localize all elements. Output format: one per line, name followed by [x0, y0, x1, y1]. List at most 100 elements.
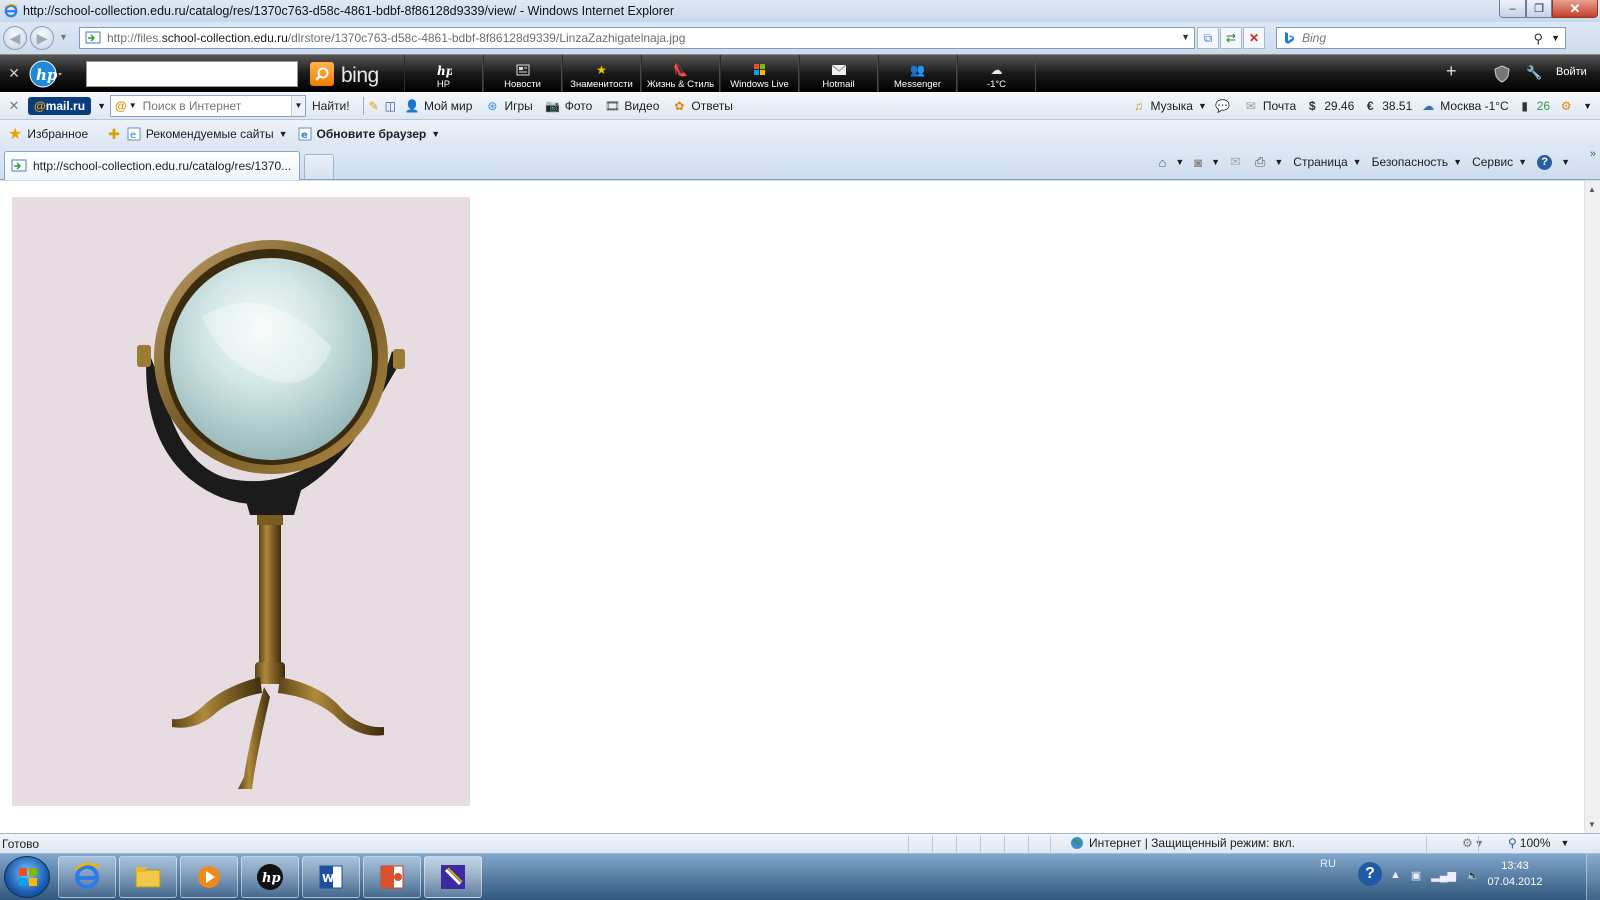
maximize-button[interactable]: ❐ [1526, 0, 1552, 18]
vertical-scrollbar[interactable]: ▲ ▼ [1584, 181, 1600, 833]
tab-active[interactable]: http://school-collection.edu.ru/catalog/… [4, 151, 300, 180]
hp-toolbar-item-windows[interactable]: Windows Live [720, 55, 799, 93]
taskbar-explorer[interactable] [119, 856, 177, 898]
music-menu[interactable]: ♫ Музыка ▼ [1131, 98, 1207, 114]
mailru-search-history-icon[interactable]: ▼ [290, 95, 305, 116]
stop-button[interactable]: ✕ [1243, 27, 1265, 49]
forward-button[interactable]: ▶ [30, 26, 54, 50]
favorites-star-icon[interactable]: ★ [8, 124, 22, 144]
back-button[interactable]: ◀ [3, 26, 27, 50]
shield-icon[interactable] [1494, 65, 1510, 83]
taskbar-powerpoint[interactable] [363, 856, 421, 898]
engine-dropdown-icon[interactable]: ▼ [129, 101, 137, 110]
hp-toolbar-item-star[interactable]: ★ Знаменитости [562, 55, 641, 93]
zoom-level[interactable]: ⚲ 100% ▼ [1508, 836, 1569, 850]
hp-toolbar-item-shoe[interactable]: 👠 Жизнь & Стиль [641, 55, 720, 93]
eur-rate[interactable]: €38.51 [1362, 98, 1412, 114]
print-button[interactable]: ⎙ ▼ [1255, 154, 1283, 170]
page-menu[interactable]: Страница ▼ [1293, 155, 1361, 169]
usd-rate[interactable]: $29.46 [1304, 98, 1354, 114]
video-icon: 🎞 [604, 98, 620, 113]
safety-menu[interactable]: Безопасность ▼ [1372, 155, 1462, 169]
wrench-icon[interactable]: 🔧 [1526, 65, 1542, 81]
hp-logo-icon[interactable]: hp [28, 59, 64, 89]
volume-icon[interactable]: 🔈 [1466, 869, 1480, 882]
mailru-options[interactable]: ⚙ ▼ [1558, 98, 1592, 114]
hp-toolbar-item-mail[interactable]: Hotmail [799, 55, 878, 93]
highlight-icon[interactable]: ✎ [369, 99, 379, 113]
taskbar-hp[interactable]: hp [241, 856, 299, 898]
mailru-link-video[interactable]: 🎞 Видео [604, 98, 660, 114]
refresh-button[interactable]: ⇄ [1220, 27, 1242, 49]
close-window-button[interactable]: ✕ [1552, 0, 1598, 18]
powerpoint-icon [380, 865, 404, 889]
device-icon[interactable]: ▣ [1411, 869, 1421, 882]
hp-toolbar-item-cloud[interactable]: ☁ -1°C [957, 55, 1036, 93]
screenshot-icon[interactable]: ◫ [385, 99, 396, 113]
mail-link[interactable]: ✉ Почта [1243, 98, 1296, 114]
taskbar-media-player[interactable] [180, 856, 238, 898]
hp-toolbar-item-hp[interactable]: hpHP [404, 55, 483, 93]
mailru-toolbar-close-icon[interactable]: ✕ [0, 98, 28, 114]
weather-widget[interactable]: ☁ Москва -1°C [1420, 98, 1508, 114]
show-hidden-icons-icon[interactable]: ▲ [1390, 869, 1401, 882]
hp-search-input[interactable] [86, 60, 298, 87]
mailru-link-people[interactable]: 👤 Мой мир [404, 98, 472, 114]
ie-page-icon: e [298, 127, 312, 141]
search-input[interactable] [1302, 31, 1532, 45]
at-icon: @ [114, 98, 127, 113]
help-menu[interactable]: ? ▼ [1537, 154, 1570, 170]
address-url[interactable]: http://files.school-collection.edu.ru/dl… [107, 31, 685, 45]
traffic-light-icon: ▮ [1521, 99, 1529, 113]
mailru-find-button[interactable]: Найти! [312, 99, 350, 113]
history-dropdown[interactable]: ▼ [59, 32, 68, 42]
mailru-logo[interactable]: @mail.ru [28, 96, 92, 115]
mailru-link-camera[interactable]: 📷 Фото [545, 98, 592, 114]
scroll-down-icon[interactable]: ▼ [1588, 820, 1596, 829]
mailru-link-answers[interactable]: ✿ Ответы [671, 98, 733, 114]
more-commands-chevron-icon[interactable]: » [1590, 148, 1596, 160]
search-dropdown-icon[interactable]: ▼ [1551, 33, 1560, 43]
suggested-sites-link[interactable]: e Рекомендуемые сайты ▼ [127, 127, 288, 141]
mailru-link-games[interactable]: ⊛ Игры [484, 98, 532, 114]
hp-toolbar-item-news[interactable]: Новости [483, 55, 562, 93]
chat-button[interactable]: 💬 [1215, 98, 1235, 114]
taskbar-word[interactable]: W [302, 856, 360, 898]
compatibility-view-button[interactable]: ⧉ [1197, 27, 1219, 49]
mailru-search-field[interactable]: @▼ ▼ [109, 94, 306, 117]
hp-login-button[interactable]: Войти [1556, 66, 1587, 78]
hp-toolbar-item-messenger[interactable]: 👥 Messenger [878, 55, 957, 93]
mailru-menu-dropdown-icon[interactable]: ▼ [97, 101, 106, 111]
scroll-up-icon[interactable]: ▲ [1588, 185, 1596, 194]
address-bar[interactable]: http://files.school-collection.edu.ru/dl… [79, 27, 1195, 49]
add-favorite-icon[interactable]: ✚ [108, 126, 120, 143]
action-center-icon[interactable]: ? [1358, 862, 1382, 886]
language-indicator[interactable]: RU [1320, 858, 1336, 870]
read-mail-button[interactable]: ✉ [1230, 154, 1245, 170]
search-icon[interactable]: ⚲ [1533, 31, 1543, 47]
security-zone[interactable]: Интернет | Защищенный режим: вкл. [1070, 836, 1295, 850]
taskbar-ie[interactable] [58, 856, 116, 898]
search-box[interactable]: ⚲ ▼ [1276, 27, 1566, 49]
messenger-icon: 👥 [910, 62, 925, 77]
hp-toolbar-close-icon[interactable]: ✕ [0, 65, 28, 82]
network-icon[interactable]: ▂▄▆ [1431, 869, 1456, 882]
traffic-widget[interactable]: ▮ 26 [1517, 98, 1550, 114]
mailru-search-input[interactable] [142, 98, 273, 113]
hp-search-button[interactable] [310, 62, 334, 86]
feeds-button[interactable]: ◙ ▼ [1194, 155, 1220, 170]
update-browser-link[interactable]: e Обновите браузер ▼ [298, 127, 440, 141]
address-dropdown-icon[interactable]: ▼ [1181, 32, 1190, 42]
new-tab-button[interactable] [304, 154, 334, 179]
show-desktop-button[interactable] [1586, 854, 1600, 900]
window-title: http://school-collection.edu.ru/catalog/… [23, 4, 675, 18]
addons-status-icon[interactable]: ⚙ ▾ [1462, 836, 1482, 850]
start-button[interactable] [4, 856, 50, 898]
taskbar-active-app[interactable] [424, 856, 482, 898]
favorites-button[interactable]: Избранное [27, 127, 88, 141]
clock[interactable]: 13:43 07.04.2012 [1480, 858, 1550, 890]
tools-menu[interactable]: Сервис ▼ [1472, 155, 1527, 169]
minimize-button[interactable]: – [1499, 0, 1526, 18]
home-button[interactable]: ⌂ ▼ [1158, 155, 1184, 170]
hp-add-icon[interactable]: + [1446, 61, 1457, 82]
